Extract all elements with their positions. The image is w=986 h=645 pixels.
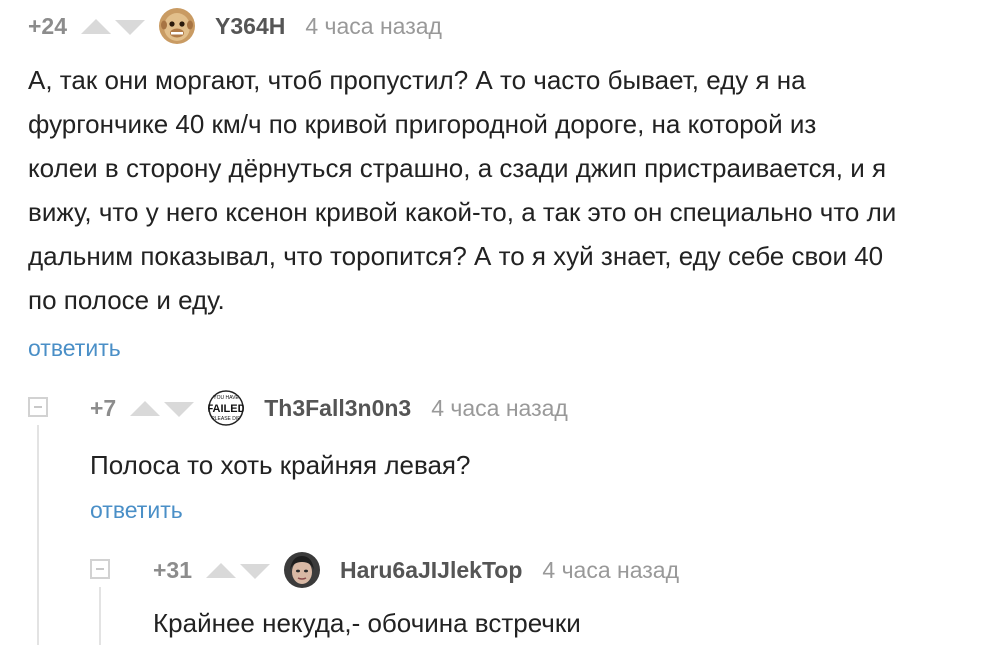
comment-3: +31 Haru6aJIJlekTop 4 часа назад Крайнее… xyxy=(0,542,986,645)
avatar[interactable] xyxy=(159,8,196,44)
comment-header: +7 YOU HAVE FAILED PLEASE DIE Th3Fall3n0… xyxy=(90,390,568,426)
comment-text: А, так они моргают, чтоб пропустил? А то… xyxy=(28,58,896,322)
comment-line: по полосе и еду. xyxy=(28,285,225,315)
monkey-avatar-icon xyxy=(159,8,196,44)
downvote-icon[interactable] xyxy=(164,401,195,417)
comment-line: вижу, что у него ксенон кривой какой-то,… xyxy=(28,197,897,227)
avatar-caption-main: FAILED xyxy=(208,403,244,415)
downvote-icon[interactable] xyxy=(240,563,271,579)
comment-rating: +7 xyxy=(90,394,117,421)
username[interactable]: Y364H xyxy=(215,13,285,40)
comment-2: +7 YOU HAVE FAILED PLEASE DIE Th3Fall3n0… xyxy=(0,380,986,530)
timestamp: 4 часа назад xyxy=(305,12,442,39)
comment-header: +31 Haru6aJIJlekTop 4 часа назад xyxy=(153,552,679,588)
comment-text: Крайнее некуда,- обочина встречки xyxy=(153,608,581,638)
upvote-icon[interactable] xyxy=(130,400,161,416)
woman-portrait-avatar-icon xyxy=(284,552,321,588)
upvote-icon[interactable] xyxy=(206,562,237,578)
avatar-caption-bottom: PLEASE DIE xyxy=(212,416,242,422)
timestamp: 4 часа назад xyxy=(542,556,680,583)
upvote-icon[interactable] xyxy=(81,18,112,34)
comment-rating: +31 xyxy=(153,556,193,583)
comment-header: +24 Y364H 4 часа назад xyxy=(28,8,442,44)
timestamp: 4 часа назад xyxy=(431,394,568,421)
downvote-icon[interactable] xyxy=(115,19,146,35)
failed-badge-avatar-icon: YOU HAVE FAILED PLEASE DIE xyxy=(208,390,245,426)
username[interactable]: Th3Fall3n0n3 xyxy=(264,395,411,422)
comment-rating: +24 xyxy=(28,12,68,39)
reply-link[interactable]: ответить xyxy=(28,335,121,362)
comment-text: Полоса то хоть крайняя левая? xyxy=(90,450,471,480)
avatar-caption-top: YOU HAVE xyxy=(214,395,240,401)
username[interactable]: Haru6aJIJlekTop xyxy=(340,557,522,584)
reply-link[interactable]: ответить xyxy=(90,497,183,524)
avatar[interactable] xyxy=(284,552,321,588)
avatar[interactable]: YOU HAVE FAILED PLEASE DIE xyxy=(208,390,245,426)
comment-1: +24 Y364H 4 часа назад А, так они моргаю… xyxy=(0,0,986,380)
comment-line: дальним показывал, что торопится? А то я… xyxy=(28,241,884,271)
comment-line: фургончике 40 км/ч по кривой пригородной… xyxy=(28,109,817,139)
comment-line: А, так они моргают, чтоб пропустил? А то… xyxy=(28,65,806,95)
comment-line: колеи в сторону дёрнуться страшно, а сза… xyxy=(28,153,887,183)
